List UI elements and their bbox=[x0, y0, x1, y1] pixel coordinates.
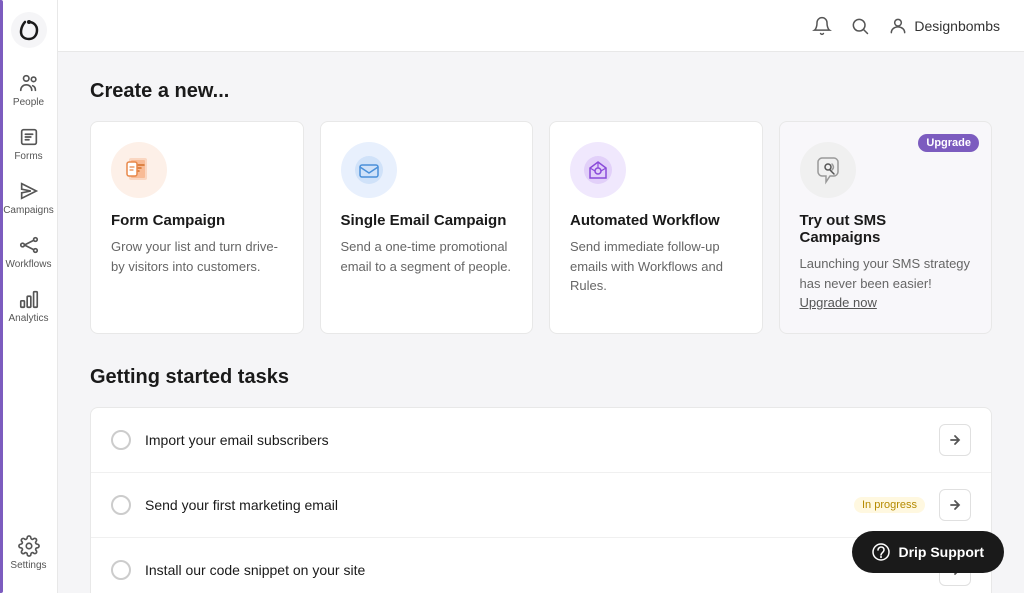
create-cards-row: Form Campaign Grow your list and turn dr… bbox=[90, 121, 992, 334]
form-campaign-icon bbox=[111, 142, 167, 198]
single-email-title: Single Email Campaign bbox=[341, 212, 513, 229]
sidebar-item-forms[interactable]: Forms bbox=[4, 118, 54, 170]
sidebar-item-settings[interactable]: Settings bbox=[4, 527, 54, 579]
sidebar-item-workflows-label: Workflows bbox=[6, 259, 52, 270]
task-checkbox-email[interactable] bbox=[111, 495, 131, 515]
header: Designbombs bbox=[58, 0, 1024, 52]
single-email-icon bbox=[341, 142, 397, 198]
task-send-first-email[interactable]: Send your first marketing email In progr… bbox=[91, 473, 991, 538]
drip-support-button[interactable]: Drip Support bbox=[852, 531, 1004, 573]
username: Designbombs bbox=[914, 18, 1000, 34]
app-logo[interactable] bbox=[11, 12, 47, 48]
task-checkbox-code[interactable] bbox=[111, 560, 131, 580]
card-sms-campaigns[interactable]: Upgrade Try out SMS Campaigns Launching … bbox=[779, 121, 993, 334]
task-checkbox-import[interactable] bbox=[111, 430, 131, 450]
sidebar-item-campaigns[interactable]: Campaigns bbox=[4, 172, 54, 224]
search-icon[interactable] bbox=[850, 16, 870, 36]
upgrade-link[interactable]: Upgrade now bbox=[800, 295, 877, 310]
card-form-campaign[interactable]: Form Campaign Grow your list and turn dr… bbox=[90, 121, 304, 334]
main-content: Designbombs Create a new... Form Ca bbox=[58, 0, 1024, 593]
notifications-icon[interactable] bbox=[812, 16, 832, 36]
task-import-subscribers[interactable]: Import your email subscribers bbox=[91, 408, 991, 473]
card-automated-workflow[interactable]: Automated Workflow Send immediate follow… bbox=[549, 121, 763, 334]
sidebar-item-forms-label: Forms bbox=[14, 151, 42, 162]
drip-support-label: Drip Support bbox=[898, 544, 984, 560]
user-menu[interactable]: Designbombs bbox=[888, 16, 1000, 36]
content-area: Create a new... Form Campaign Grow your … bbox=[58, 52, 1024, 593]
sidebar-item-workflows[interactable]: Workflows bbox=[4, 226, 54, 278]
form-campaign-desc: Grow your list and turn drive-by visitor… bbox=[111, 237, 283, 276]
sms-campaigns-icon bbox=[800, 142, 856, 198]
sidebar: People Forms Campaigns Workflows A bbox=[0, 0, 58, 593]
sidebar-active-indicator bbox=[0, 0, 3, 593]
sidebar-item-people[interactable]: People bbox=[4, 64, 54, 116]
sms-campaigns-title: Try out SMS Campaigns bbox=[800, 212, 972, 246]
task-import-label: Import your email subscribers bbox=[145, 432, 925, 448]
card-single-email[interactable]: Single Email Campaign Send a one-time pr… bbox=[320, 121, 534, 334]
sidebar-item-campaigns-label: Campaigns bbox=[3, 205, 54, 216]
task-email-label: Send your first marketing email bbox=[145, 497, 830, 513]
create-section-title: Create a new... bbox=[90, 80, 992, 103]
task-arrow-email[interactable] bbox=[939, 489, 971, 521]
automated-workflow-desc: Send immediate follow-up emails with Wor… bbox=[570, 237, 742, 296]
getting-started-title: Getting started tasks bbox=[90, 366, 992, 389]
form-campaign-title: Form Campaign bbox=[111, 212, 283, 229]
task-arrow-import[interactable] bbox=[939, 424, 971, 456]
sms-campaigns-desc: Launching your SMS strategy has never be… bbox=[800, 254, 972, 313]
sidebar-item-settings-label: Settings bbox=[10, 560, 46, 571]
automated-workflow-title: Automated Workflow bbox=[570, 212, 742, 229]
single-email-desc: Send a one-time promotional email to a s… bbox=[341, 237, 513, 276]
task-badge-in-progress: In progress bbox=[854, 497, 925, 513]
sidebar-item-analytics-label: Analytics bbox=[9, 313, 49, 324]
upgrade-badge: Upgrade bbox=[918, 134, 979, 152]
sidebar-item-people-label: People bbox=[13, 97, 44, 108]
task-code-label: Install our code snippet on your site bbox=[145, 562, 925, 578]
sidebar-item-analytics[interactable]: Analytics bbox=[4, 280, 54, 332]
automated-workflow-icon bbox=[570, 142, 626, 198]
